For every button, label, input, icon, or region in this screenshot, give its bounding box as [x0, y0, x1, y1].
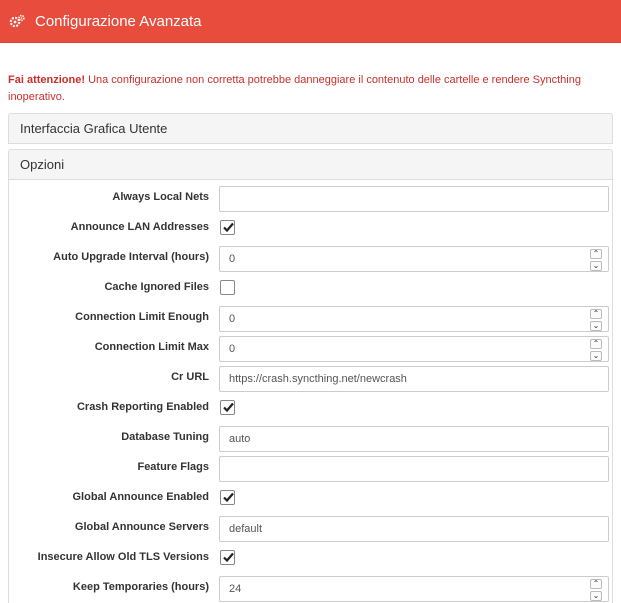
option-value: 0	[229, 343, 236, 355]
option-checkbox[interactable]	[220, 550, 235, 565]
option-label: Global Announce Servers	[74, 521, 209, 533]
option-value: 24	[229, 583, 242, 595]
option-row: Crash Reporting Enabled	[9, 392, 614, 422]
section-gui-label: Interfaccia Grafica Utente	[20, 121, 168, 136]
option-text-input[interactable]: default	[219, 516, 609, 542]
option-label: Auto Upgrade Interval (hours)	[53, 251, 209, 263]
warning-text: Una configurazione non corretta potrebbe…	[8, 74, 581, 103]
number-spinner: ⌃ ⌄	[590, 309, 602, 331]
option-label: Connection Limit Max	[94, 341, 209, 353]
option-text-input[interactable]: https://crash.syncthing.net/newcrash	[219, 366, 609, 392]
option-row: Auto Upgrade Interval (hours) 0 ⌃ ⌄	[9, 242, 614, 272]
spinner-down-icon[interactable]: ⌄	[590, 591, 602, 601]
option-value: auto	[229, 433, 251, 445]
warning-message: Fai attenzione! Una configurazione non c…	[8, 72, 608, 106]
option-row: Global Announce Servers default	[9, 512, 614, 542]
modal-header: Configurazione Avanzata	[0, 0, 621, 43]
option-row: Connection Limit Enough 0 ⌃ ⌄	[9, 302, 614, 332]
spinner-up-icon[interactable]: ⌃	[590, 579, 602, 589]
option-row: Connection Limit Max 0 ⌃ ⌄	[9, 332, 614, 362]
option-checkbox[interactable]	[220, 280, 235, 295]
option-label: Feature Flags	[137, 461, 209, 473]
option-label: Cache Ignored Files	[104, 281, 209, 293]
option-checkbox[interactable]	[220, 220, 235, 235]
option-text-input[interactable]	[219, 186, 609, 212]
spinner-up-icon[interactable]: ⌃	[590, 249, 602, 259]
section-options-heading[interactable]: Opzioni	[8, 149, 613, 180]
option-number-input[interactable]: 0 ⌃ ⌄	[219, 306, 609, 332]
option-number-input[interactable]: 0 ⌃ ⌄	[219, 246, 609, 272]
number-spinner: ⌃ ⌄	[590, 579, 602, 601]
spinner-down-icon[interactable]: ⌄	[590, 261, 602, 271]
checkmark-icon	[223, 492, 234, 503]
warning-bold: Fai attenzione!	[8, 74, 86, 86]
option-row: Announce LAN Addresses	[9, 212, 614, 242]
modal-title: Configurazione Avanzata	[35, 12, 202, 30]
option-text-input[interactable]: auto	[219, 426, 609, 452]
option-value: 0	[229, 253, 236, 265]
checkmark-icon	[223, 402, 234, 413]
option-label: Keep Temporaries (hours)	[72, 581, 209, 593]
option-label: Announce LAN Addresses	[70, 221, 209, 233]
option-row: Cache Ignored Files	[9, 272, 614, 302]
checkmark-icon	[223, 222, 234, 233]
spinner-up-icon[interactable]: ⌃	[590, 339, 602, 349]
spinner-up-icon[interactable]: ⌃	[590, 309, 602, 319]
option-label: Global Announce Enabled	[72, 491, 210, 503]
section-gui-heading[interactable]: Interfaccia Grafica Utente	[8, 113, 613, 144]
spinner-down-icon[interactable]: ⌄	[590, 321, 602, 331]
option-value: https://crash.syncthing.net/newcrash	[229, 373, 407, 385]
option-label: Connection Limit Enough	[75, 311, 209, 323]
option-label: Always Local Nets	[112, 191, 209, 203]
option-label: Crash Reporting Enabled	[76, 401, 209, 413]
option-row: Keep Temporaries (hours) 24 ⌃ ⌄	[9, 572, 614, 602]
cogs-icon	[9, 14, 25, 28]
option-row: Cr URL https://crash.syncthing.net/newcra…	[9, 362, 614, 392]
option-row: Global Announce Enabled	[9, 482, 614, 512]
options-panel: Always Local Nets Announce LAN Addresses A…	[8, 179, 613, 603]
option-text-input[interactable]	[219, 456, 609, 482]
number-spinner: ⌃ ⌄	[590, 249, 602, 271]
option-value: 0	[229, 313, 236, 325]
section-options-label: Opzioni	[20, 157, 65, 172]
option-label: Insecure Allow Old TLS Versions	[37, 551, 209, 563]
option-label: Cr URL	[171, 371, 209, 383]
option-row: Insecure Allow Old TLS Versions	[9, 542, 614, 572]
option-number-input[interactable]: 24 ⌃ ⌄	[219, 576, 609, 602]
option-label: Database Tuning	[121, 431, 209, 443]
option-row: Feature Flags	[9, 452, 614, 482]
spinner-down-icon[interactable]: ⌄	[590, 351, 602, 361]
checkmark-icon	[223, 552, 234, 563]
option-row: Database Tuning auto	[9, 422, 614, 452]
option-checkbox[interactable]	[220, 490, 235, 505]
option-number-input[interactable]: 0 ⌃ ⌄	[219, 336, 609, 362]
number-spinner: ⌃ ⌄	[590, 339, 602, 361]
option-value: default	[229, 523, 263, 535]
option-checkbox[interactable]	[220, 400, 235, 415]
option-row: Always Local Nets	[9, 182, 614, 212]
